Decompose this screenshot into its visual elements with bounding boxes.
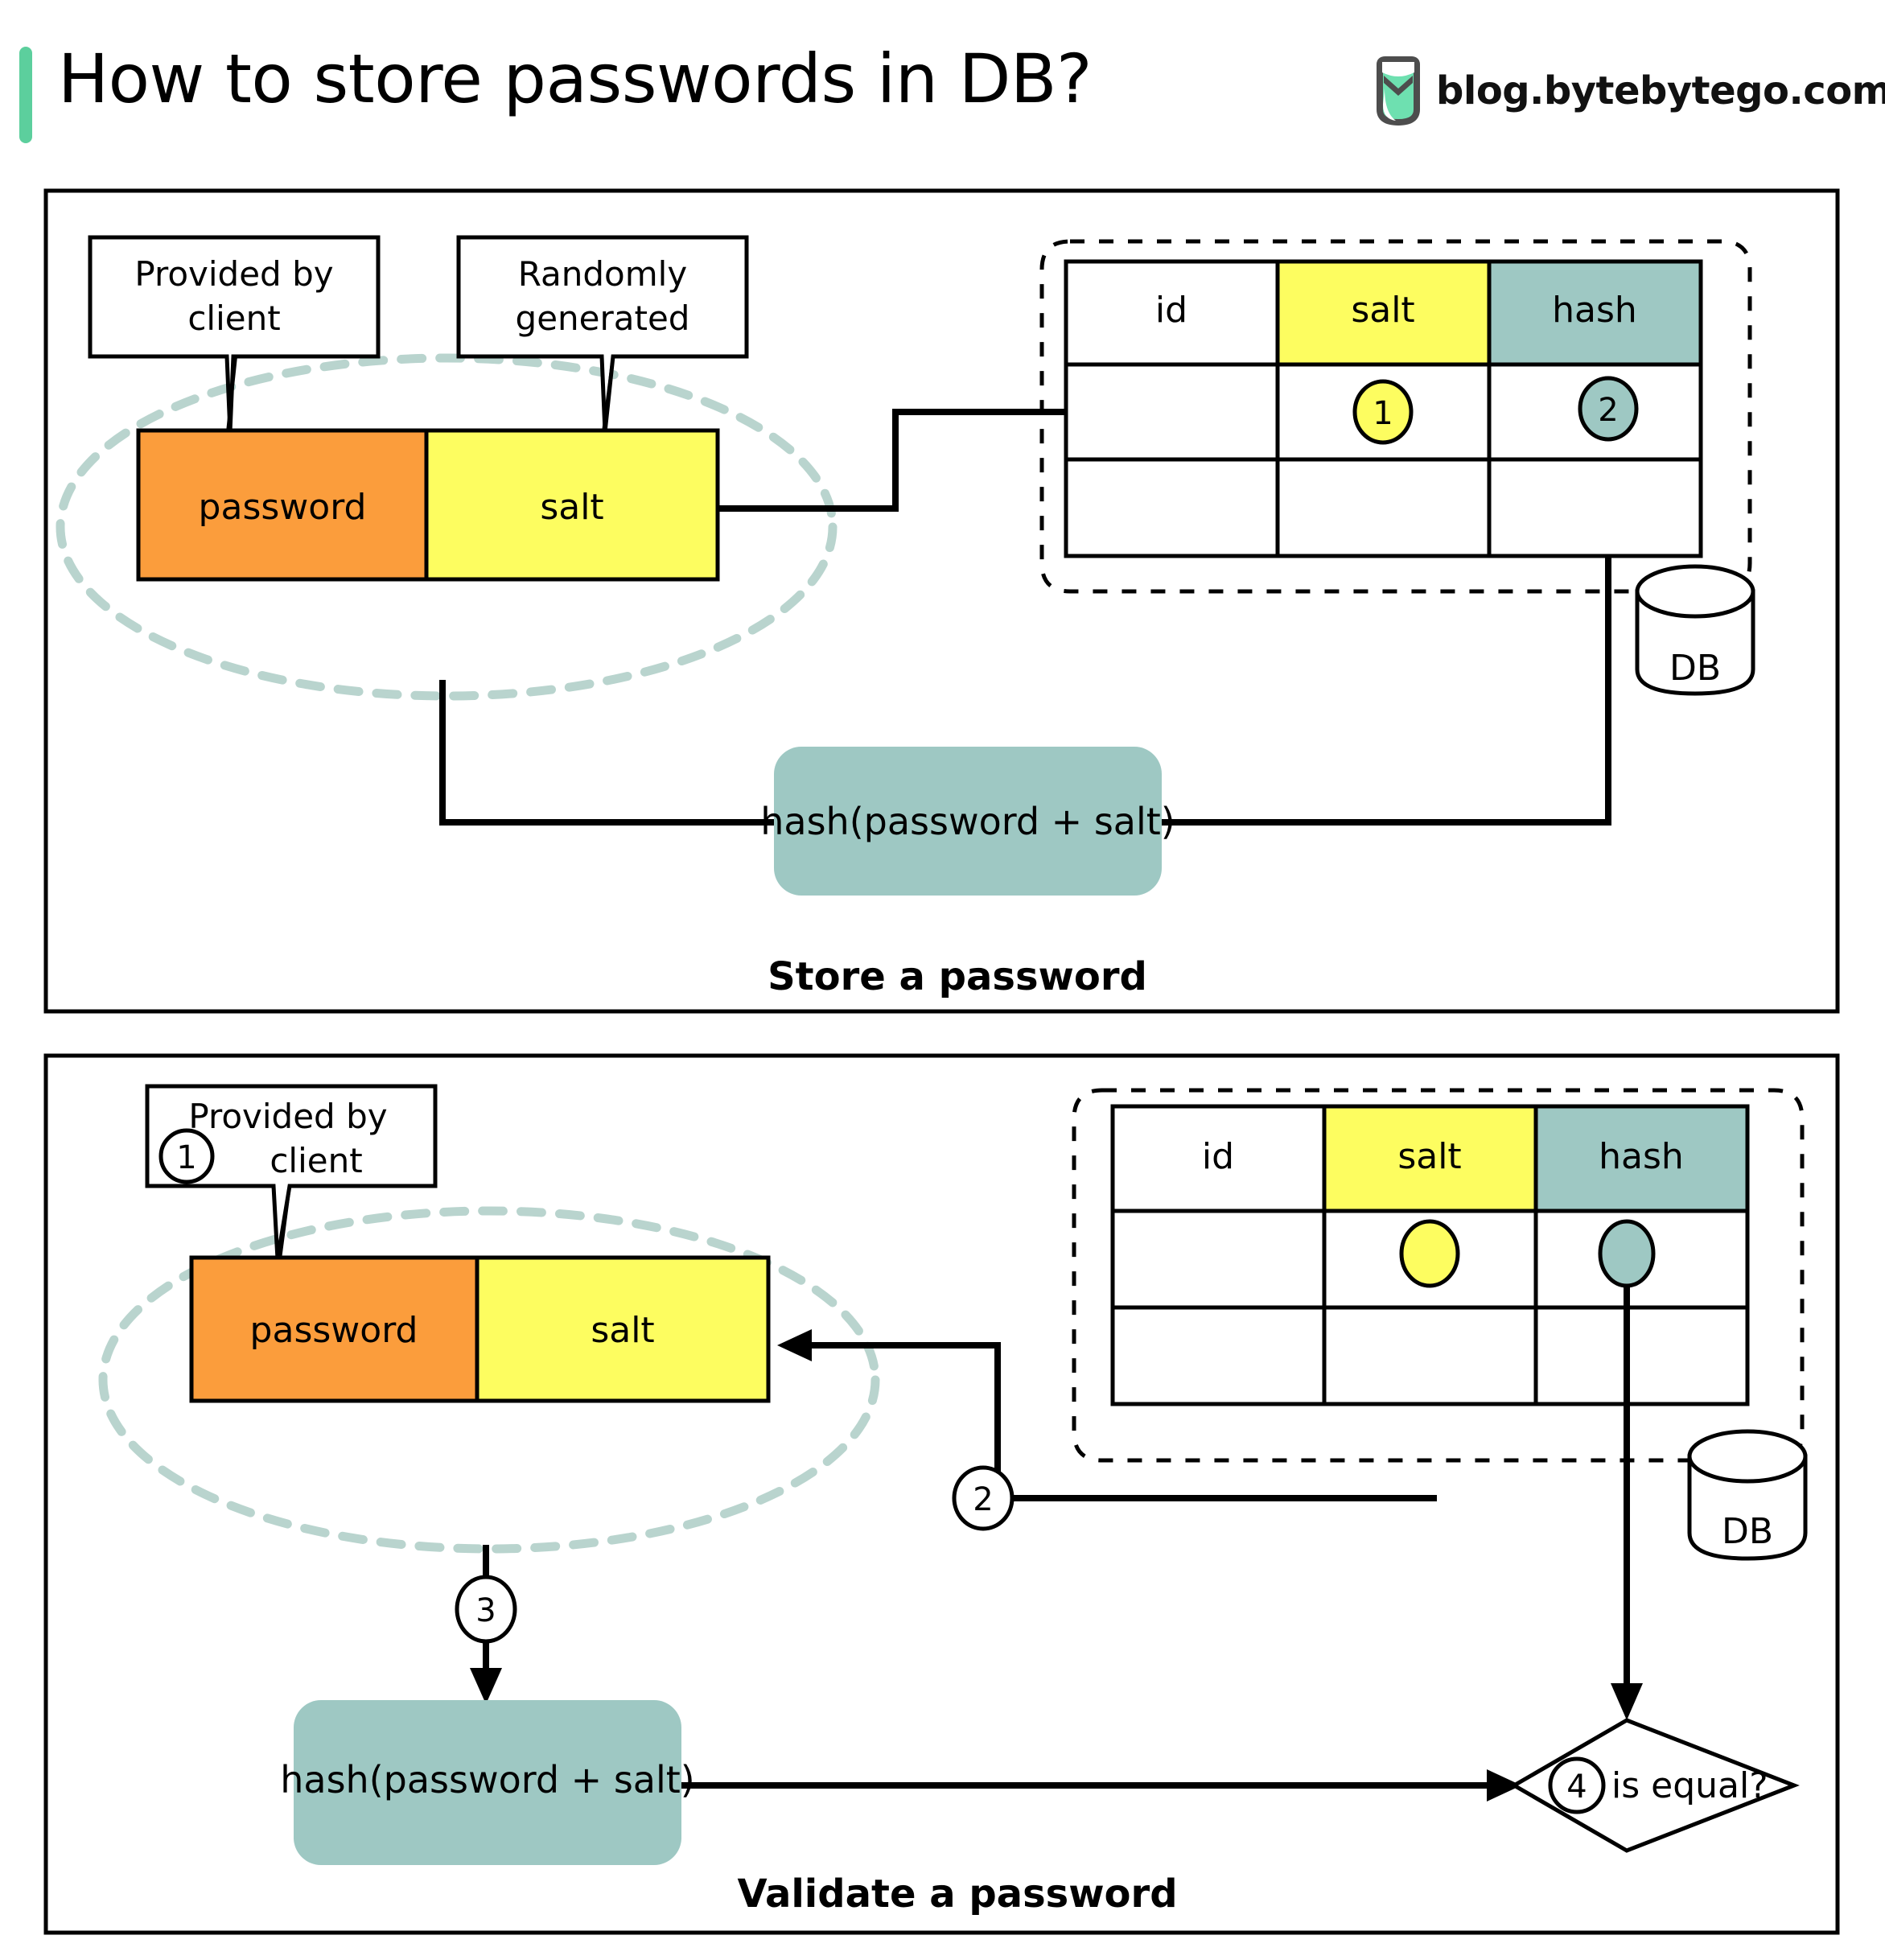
db-cylinder-top [1635, 564, 1755, 619]
callout-line-2: client [270, 1141, 362, 1180]
table-header-id-label: id [1202, 1136, 1234, 1177]
db-cylinder-label: DB [1722, 1511, 1773, 1552]
password-box-label: password [250, 1310, 418, 1351]
callout-line-2: generated [516, 299, 690, 338]
password-box-label: password [199, 487, 367, 528]
step-badge-1-store: 1 [1352, 379, 1414, 445]
diagram-page: How to store passwords in DB? blog.byteb… [0, 0, 1885, 1960]
db-cylinder-validate: DB [1687, 1429, 1808, 1561]
hash-node-validate: hash(password + salt) [280, 1700, 695, 1865]
table-row [1064, 457, 1280, 558]
salt-box-label: salt [540, 487, 603, 528]
table-row [1110, 1305, 1327, 1406]
callout-line-2: client [187, 299, 280, 338]
input-boxes-store: password salt [136, 428, 720, 582]
panel-validate-caption: Validate a password [737, 1871, 1177, 1917]
panel-store-caption: Store a password [768, 954, 1147, 999]
table-header-hash-label: hash [1552, 290, 1637, 331]
callout-line-1: Provided by [134, 254, 333, 294]
salt-box-label: salt [591, 1310, 654, 1351]
table-header-id-label: id [1155, 290, 1187, 331]
step-badge-label: 1 [176, 1139, 196, 1176]
panel-store: Provided by client Randomly generated pa… [43, 188, 1840, 1014]
callout-line-1: Randomly [518, 254, 687, 294]
table-row [1533, 1305, 1750, 1406]
table-header-hash-label: hash [1599, 1136, 1684, 1177]
table-header-salt-label: salt [1397, 1136, 1461, 1177]
callout-line-1: Provided by [188, 1097, 387, 1136]
panel-validate: Provided by client 1 password salt 2 3 h… [43, 1053, 1840, 1935]
step-badge-label: 1 [1373, 395, 1393, 432]
db-cylinder-store: DB [1635, 564, 1755, 696]
step-badge-2-store: 2 [1578, 376, 1639, 442]
table-header-salt-label: salt [1351, 290, 1414, 331]
hash-node-store: hash(password + salt) [760, 747, 1175, 896]
table-row [1064, 362, 1280, 462]
hash-node-label: hash(password + salt) [280, 1758, 695, 1801]
table-row [1322, 1305, 1538, 1406]
password-storage-diagram: Provided by client Randomly generated pa… [43, 188, 1840, 1935]
step-badge-2-validate: 2 [952, 1465, 1015, 1531]
salt-value-dot [1399, 1219, 1460, 1288]
step-badge-label: 4 [1566, 1769, 1587, 1806]
table-row [1487, 457, 1703, 558]
step-badge-label: 2 [973, 1481, 993, 1518]
input-boxes-validate: password salt [189, 1255, 771, 1403]
db-cylinder-label: DB [1669, 648, 1721, 689]
step-badge-label: 3 [475, 1592, 496, 1629]
hash-value-dot [1598, 1219, 1656, 1288]
hash-node-label: hash(password + salt) [760, 800, 1175, 843]
table-row [1275, 457, 1492, 558]
table-row [1110, 1209, 1327, 1310]
db-cylinder-top [1687, 1429, 1808, 1484]
decision-label: is equal? [1611, 1765, 1768, 1806]
step-badge-label: 2 [1598, 392, 1618, 429]
